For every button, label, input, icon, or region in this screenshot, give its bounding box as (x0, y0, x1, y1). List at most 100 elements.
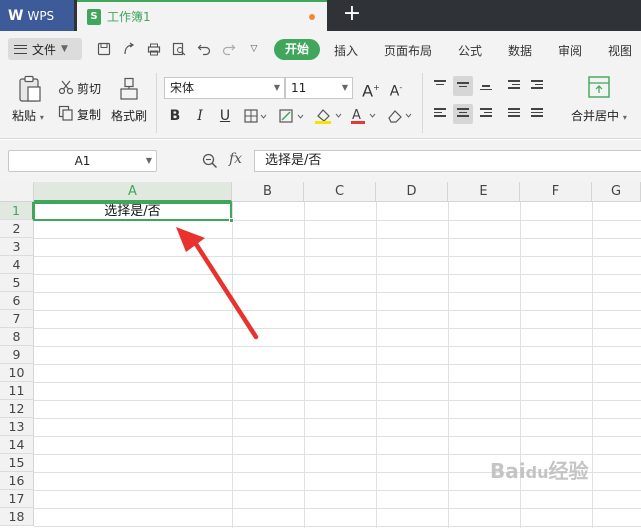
column-header-g[interactable]: G (592, 182, 641, 202)
row-header-17[interactable]: 17 (0, 490, 34, 508)
row-header-4[interactable]: 4 (0, 256, 34, 274)
tab-insert[interactable]: 插入 (334, 42, 358, 59)
borders-icon[interactable] (244, 109, 268, 123)
format-painter-button[interactable]: 格式刷 (111, 107, 147, 124)
row-header-14[interactable]: 14 (0, 436, 34, 454)
chevron-down-icon: ▼ (341, 83, 348, 92)
wps-app-name: WPS (27, 8, 55, 23)
cell-a1[interactable]: 选择是/否 (33, 202, 234, 223)
row-header-1[interactable]: 1 (0, 202, 34, 220)
align-left-icon[interactable] (430, 104, 450, 124)
grid-line (304, 202, 305, 528)
grid-line (34, 436, 641, 437)
column-header-d[interactable]: D (376, 182, 448, 202)
print-preview-icon[interactable] (172, 42, 186, 56)
font-name-select[interactable]: 宋体 ▼ (164, 77, 285, 99)
merge-cells-icon[interactable] (588, 76, 610, 98)
wps-home-tab[interactable]: W WPS (0, 0, 74, 31)
font-color-icon[interactable]: A (350, 107, 378, 125)
chevron-down-icon: ▼ (61, 44, 68, 54)
row-header-16[interactable]: 16 (0, 472, 34, 490)
tab-home[interactable]: 开始 (274, 39, 320, 60)
new-tab-button[interactable]: + (340, 3, 364, 27)
column-header-f[interactable]: F (520, 182, 592, 202)
format-painter-icon[interactable] (118, 77, 140, 101)
row-header-8[interactable]: 8 (0, 328, 34, 346)
formula-input[interactable]: 选择是/否 (254, 150, 641, 172)
grid-line (34, 490, 641, 491)
grid-line (34, 310, 641, 311)
grid-line (34, 364, 641, 365)
row-header-9[interactable]: 9 (0, 346, 34, 364)
ribbon-home: 粘贴 ▾ 剪切 复制 格式刷 宋体 ▼ 11 ▼ A+ A- B I U A 合… (0, 67, 641, 139)
print-icon[interactable] (147, 42, 161, 56)
merge-center-button[interactable]: 合并居中 ▾ (571, 107, 627, 124)
distributed-align-icon[interactable] (527, 104, 547, 124)
document-tab[interactable]: S 工作簿1 (77, 0, 327, 31)
decrease-font-size-icon[interactable]: A- (385, 77, 407, 100)
file-menu-button[interactable]: 文件 ▼ (8, 38, 82, 60)
row-header-11[interactable]: 11 (0, 382, 34, 400)
grid-line (34, 328, 641, 329)
row-header-2[interactable]: 2 (0, 220, 34, 238)
underline-button[interactable]: U (214, 105, 236, 127)
row-header-18[interactable]: 18 (0, 508, 34, 526)
chevron-down-icon: ▼ (273, 83, 280, 92)
grid-line (34, 418, 641, 419)
paste-icon[interactable] (17, 75, 43, 103)
customize-toolbar-icon[interactable]: ▽ (247, 42, 261, 56)
row-header-6[interactable]: 6 (0, 292, 34, 310)
row-header-5[interactable]: 5 (0, 274, 34, 292)
tab-formulas[interactable]: 公式 (458, 42, 482, 59)
font-size-select[interactable]: 11 ▼ (285, 77, 353, 99)
align-middle-icon[interactable] (453, 76, 473, 96)
tab-view[interactable]: 视图 (608, 42, 632, 59)
hamburger-icon (14, 44, 27, 54)
export-pdf-icon[interactable] (122, 42, 136, 56)
font-name-value: 宋体 (170, 81, 195, 95)
grid-line (34, 238, 641, 239)
eraser-icon[interactable] (386, 107, 414, 125)
row-header-12[interactable]: 12 (0, 400, 34, 418)
row-header-7[interactable]: 7 (0, 310, 34, 328)
increase-font-size-icon[interactable]: A+ (360, 77, 382, 100)
align-right-icon[interactable] (476, 104, 496, 124)
column-header-b[interactable]: B (232, 182, 304, 202)
tab-page-layout[interactable]: 页面布局 (384, 42, 432, 59)
scissors-icon[interactable] (58, 79, 74, 95)
copy-button[interactable]: 复制 (77, 106, 101, 123)
row-header-3[interactable]: 3 (0, 238, 34, 256)
undo-icon[interactable] (197, 42, 211, 56)
paste-button[interactable]: 粘贴 ▾ (12, 107, 44, 124)
zoom-icon[interactable] (202, 153, 218, 172)
align-bottom-icon[interactable] (476, 76, 496, 96)
justify-icon[interactable] (504, 104, 524, 124)
tab-data[interactable]: 数据 (508, 42, 532, 59)
select-all-corner[interactable] (0, 182, 34, 202)
row-header-15[interactable]: 15 (0, 454, 34, 472)
align-top-icon[interactable] (430, 76, 450, 96)
name-box[interactable]: A1 ▼ (8, 150, 157, 172)
insert-function-icon[interactable]: fx (229, 151, 242, 167)
column-header-a[interactable]: A (34, 182, 232, 202)
paste-label: 粘贴 (12, 109, 37, 123)
decrease-indent-icon[interactable] (504, 76, 524, 96)
align-center-icon[interactable] (453, 104, 473, 124)
file-menu-label: 文件 (32, 42, 57, 57)
italic-button[interactable]: I (189, 105, 211, 127)
fill-color-icon[interactable] (314, 107, 344, 125)
cell-format-icon[interactable] (279, 109, 305, 123)
redo-icon[interactable] (222, 42, 236, 56)
merge-center-label: 合并居中 (571, 109, 620, 123)
column-header-e[interactable]: E (448, 182, 520, 202)
column-header-c[interactable]: C (304, 182, 376, 202)
cut-button[interactable]: 剪切 (77, 80, 101, 97)
bold-button[interactable]: B (164, 105, 186, 127)
save-icon[interactable] (97, 42, 111, 56)
row-header-13[interactable]: 13 (0, 418, 34, 436)
row-header-10[interactable]: 10 (0, 364, 34, 382)
fill-handle[interactable] (229, 218, 234, 223)
increase-indent-icon[interactable] (527, 76, 547, 96)
copy-icon[interactable] (58, 105, 74, 121)
tab-review[interactable]: 审阅 (558, 42, 582, 59)
